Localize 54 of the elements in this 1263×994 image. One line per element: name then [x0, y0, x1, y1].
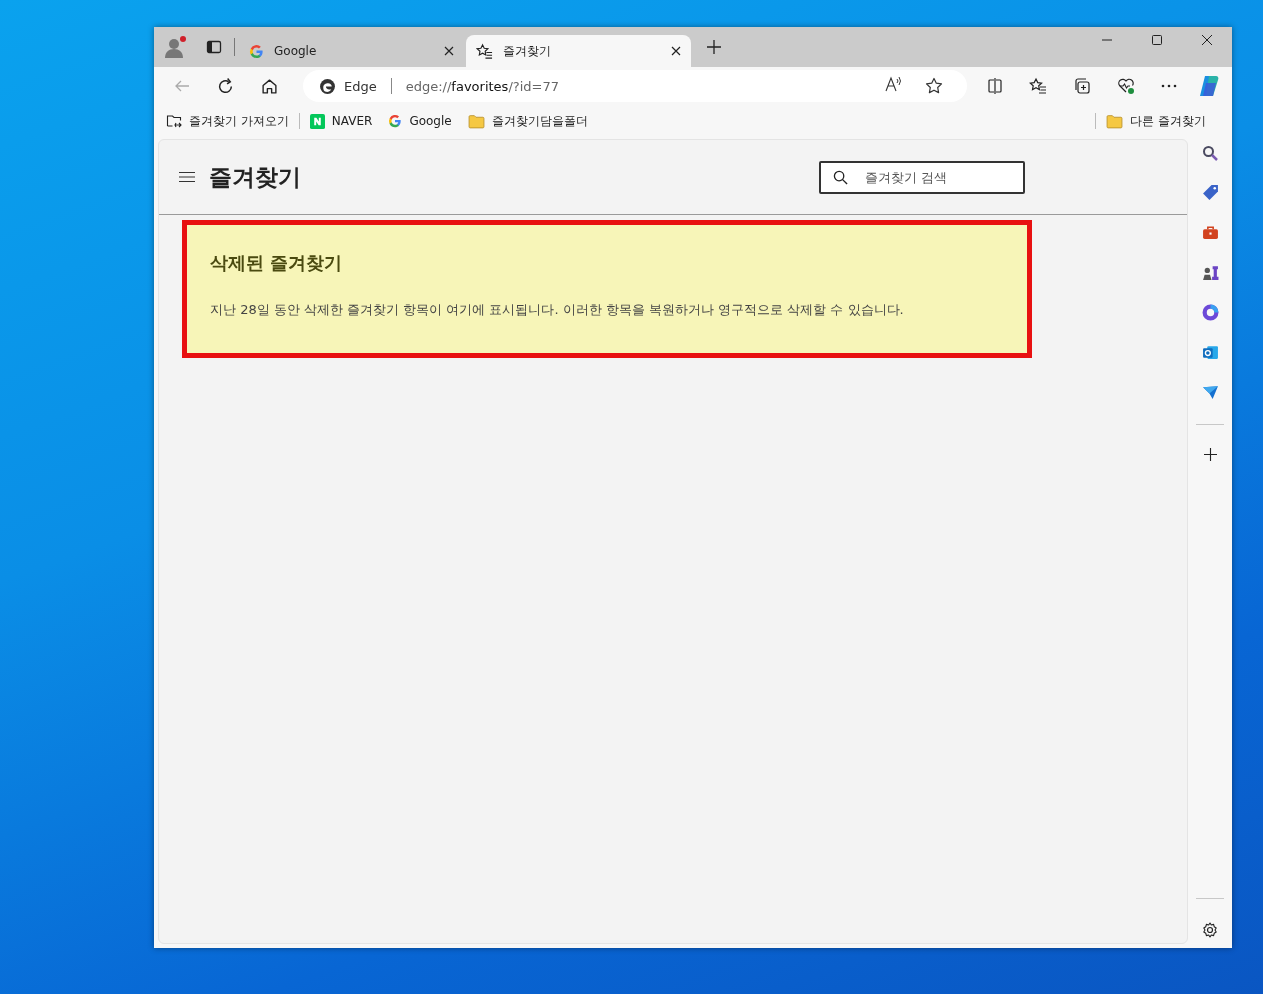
menu-icon[interactable] — [179, 171, 195, 183]
bookmark-item[interactable]: 즐겨찾기담을폴더 — [467, 112, 588, 130]
maximize-icon[interactable] — [1152, 35, 1162, 45]
search-icon — [833, 169, 848, 185]
site-label: Edge — [344, 78, 377, 94]
notice-text: 지난 28일 동안 삭제한 즐겨찾기 항목이 여기에 표시됩니다. 이러한 항목을 복원하거나 영구적으로 삭제할 수 있습니다. — [210, 301, 905, 319]
favorites-icon[interactable] — [1029, 77, 1047, 95]
folder-icon — [467, 113, 485, 129]
folder-icon — [1106, 113, 1124, 129]
folder-import-icon — [166, 113, 182, 129]
collections-icon[interactable] — [1073, 77, 1091, 95]
bookmark-item[interactable]: 즐겨찾기 가져오기 — [166, 112, 289, 130]
split-screen-icon[interactable] — [987, 78, 1003, 94]
search-field[interactable]: 즐겨찾기 검색 — [819, 160, 1025, 194]
other-favorites-item[interactable]: 다른 즐겨찾기 — [1106, 112, 1206, 130]
notice-title: 삭제된 즐겨찾기 — [210, 251, 344, 275]
heart-pulse-icon[interactable] — [1117, 77, 1135, 95]
close-icon[interactable] — [444, 46, 454, 56]
browser-tab[interactable]: 즐겨찾기 — [466, 35, 691, 67]
close-icon[interactable] — [1202, 35, 1212, 45]
bookmark-item[interactable]: Google — [388, 114, 452, 128]
tag-icon[interactable] — [1201, 184, 1219, 201]
new-tab-icon[interactable] — [707, 40, 721, 54]
address-bar[interactable]: Edge edge://favorites/?id=77 — [303, 70, 967, 102]
google-icon — [388, 114, 403, 128]
toolbox-icon[interactable] — [1201, 224, 1219, 241]
ring-icon[interactable] — [1201, 304, 1219, 321]
favorites-icon — [476, 42, 493, 60]
naver-icon — [309, 113, 325, 129]
home-icon[interactable] — [261, 77, 278, 95]
settings-icon[interactable] — [1202, 922, 1218, 938]
bookmark-title: NAVER — [331, 114, 373, 128]
bookmark-item[interactable]: NAVER — [309, 113, 373, 129]
profile-icon[interactable] — [164, 35, 188, 59]
chess-icon[interactable] — [1201, 264, 1219, 281]
bookmark-title: 다른 즐겨찾기 — [1130, 112, 1206, 130]
send-icon[interactable] — [1201, 384, 1219, 401]
more-icon[interactable] — [1161, 84, 1177, 88]
page-title: 즐겨찾기 — [209, 162, 301, 192]
close-icon[interactable] — [671, 46, 681, 56]
google-icon — [249, 43, 264, 59]
url-text: edge://favorites/?id=77 — [405, 78, 559, 94]
bookmark-title: 즐겨찾기담을폴더 — [491, 112, 588, 130]
refresh-icon[interactable] — [217, 77, 234, 95]
mail-icon[interactable] — [1201, 344, 1219, 361]
browser-tab[interactable]: Google — [239, 35, 464, 67]
star-icon[interactable] — [925, 77, 943, 95]
tab-actions-icon[interactable] — [206, 39, 222, 55]
add-icon[interactable] — [1203, 448, 1217, 461]
bookmark-title: 즐겨찾기 가져오기 — [189, 112, 289, 130]
bookmark-title: Google — [409, 114, 452, 128]
tab-title: 즐겨찾기 — [503, 42, 552, 60]
tab-title: Google — [274, 44, 318, 58]
search-icon[interactable] — [1202, 145, 1218, 161]
